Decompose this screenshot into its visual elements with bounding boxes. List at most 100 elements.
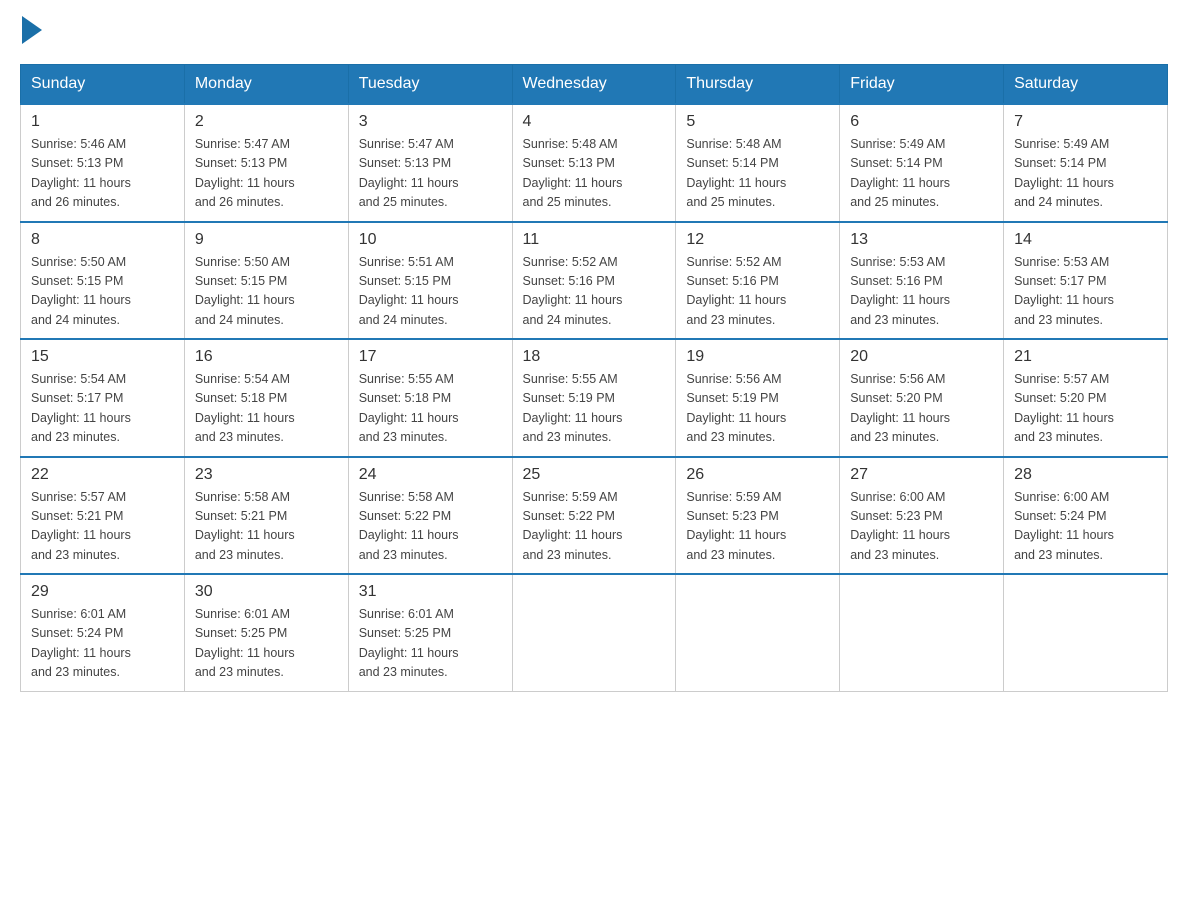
calendar-day-cell bbox=[512, 574, 676, 691]
calendar-day-cell: 31 Sunrise: 6:01 AMSunset: 5:25 PMDayligh… bbox=[348, 574, 512, 691]
calendar-day-cell: 30Sunrise: 6:01 AMSunset: 5:25 PMDayligh… bbox=[184, 574, 348, 691]
day-number: 11 bbox=[523, 231, 666, 249]
day-number: 13 bbox=[850, 231, 993, 249]
day-of-week-header: Friday bbox=[840, 65, 1004, 105]
calendar-day-cell: 5 Sunrise: 5:48 AMSunset: 5:14 PMDaylight… bbox=[676, 104, 840, 222]
day-info: Sunrise: 5:50 AMSunset: 5:15 PMDaylight:… bbox=[195, 253, 338, 331]
day-info: Sunrise: 5:48 AMSunset: 5:13 PMDaylight:… bbox=[523, 135, 666, 213]
calendar-week-row: 1 Sunrise: 5:46 AMSunset: 5:13 PMDaylight… bbox=[21, 104, 1168, 222]
day-of-week-header: Monday bbox=[184, 65, 348, 105]
day-number: 9 bbox=[195, 231, 338, 249]
day-number: 3 bbox=[359, 113, 502, 131]
calendar-day-cell: 26Sunrise: 5:59 AMSunset: 5:23 PMDayligh… bbox=[676, 457, 840, 575]
calendar-day-cell: 28 Sunrise: 6:00 AMSunset: 5:24 PMDayligh… bbox=[1004, 457, 1168, 575]
day-number: 7 bbox=[1014, 113, 1157, 131]
day-info: Sunrise: 5:57 AMSunset: 5:21 PMDaylight:… bbox=[31, 488, 174, 566]
day-info: Sunrise: 6:00 AMSunset: 5:24 PMDaylight:… bbox=[1014, 488, 1157, 566]
calendar-day-cell: 7 Sunrise: 5:49 AMSunset: 5:14 PMDaylight… bbox=[1004, 104, 1168, 222]
calendar-day-cell: 1 Sunrise: 5:46 AMSunset: 5:13 PMDaylight… bbox=[21, 104, 185, 222]
calendar-day-cell: 23Sunrise: 5:58 AMSunset: 5:21 PMDayligh… bbox=[184, 457, 348, 575]
day-info: Sunrise: 5:46 AMSunset: 5:13 PMDaylight:… bbox=[31, 135, 174, 213]
day-number: 22 bbox=[31, 466, 174, 484]
day-info: Sunrise: 5:47 AMSunset: 5:13 PMDaylight:… bbox=[359, 135, 502, 213]
calendar-day-cell: 6 Sunrise: 5:49 AMSunset: 5:14 PMDaylight… bbox=[840, 104, 1004, 222]
day-info: Sunrise: 5:56 AMSunset: 5:19 PMDaylight:… bbox=[686, 370, 829, 448]
day-info: Sunrise: 5:55 AMSunset: 5:18 PMDaylight:… bbox=[359, 370, 502, 448]
day-info: Sunrise: 5:53 AMSunset: 5:17 PMDaylight:… bbox=[1014, 253, 1157, 331]
day-info: Sunrise: 5:58 AMSunset: 5:22 PMDaylight:… bbox=[359, 488, 502, 566]
calendar-day-cell: 9 Sunrise: 5:50 AMSunset: 5:15 PMDaylight… bbox=[184, 222, 348, 340]
day-number: 18 bbox=[523, 348, 666, 366]
day-info: Sunrise: 5:51 AMSunset: 5:15 PMDaylight:… bbox=[359, 253, 502, 331]
calendar-day-cell: 16 Sunrise: 5:54 AMSunset: 5:18 PMDayligh… bbox=[184, 339, 348, 457]
day-info: Sunrise: 5:59 AMSunset: 5:22 PMDaylight:… bbox=[523, 488, 666, 566]
calendar-day-cell: 17 Sunrise: 5:55 AMSunset: 5:18 PMDayligh… bbox=[348, 339, 512, 457]
calendar-week-row: 22 Sunrise: 5:57 AMSunset: 5:21 PMDayligh… bbox=[21, 457, 1168, 575]
calendar-day-cell: 8 Sunrise: 5:50 AMSunset: 5:15 PMDaylight… bbox=[21, 222, 185, 340]
logo-blue-part bbox=[20, 20, 46, 44]
calendar-week-row: 29Sunrise: 6:01 AMSunset: 5:24 PMDayligh… bbox=[21, 574, 1168, 691]
logo bbox=[20, 20, 46, 44]
day-info: Sunrise: 5:55 AMSunset: 5:19 PMDaylight:… bbox=[523, 370, 666, 448]
day-number: 5 bbox=[686, 113, 829, 131]
day-number: 6 bbox=[850, 113, 993, 131]
day-info: Sunrise: 5:52 AMSunset: 5:16 PMDaylight:… bbox=[523, 253, 666, 331]
day-of-week-header: Saturday bbox=[1004, 65, 1168, 105]
day-info: Sunrise: 5:54 AMSunset: 5:18 PMDaylight:… bbox=[195, 370, 338, 448]
calendar-day-cell: 21Sunrise: 5:57 AMSunset: 5:20 PMDayligh… bbox=[1004, 339, 1168, 457]
calendar-day-cell: 27Sunrise: 6:00 AMSunset: 5:23 PMDayligh… bbox=[840, 457, 1004, 575]
calendar-day-cell: 13 Sunrise: 5:53 AMSunset: 5:16 PMDayligh… bbox=[840, 222, 1004, 340]
day-info: Sunrise: 6:01 AMSunset: 5:25 PMDaylight:… bbox=[359, 605, 502, 683]
day-number: 31 bbox=[359, 583, 502, 601]
day-number: 4 bbox=[523, 113, 666, 131]
calendar-day-cell: 22 Sunrise: 5:57 AMSunset: 5:21 PMDayligh… bbox=[21, 457, 185, 575]
calendar-day-cell: 15Sunrise: 5:54 AMSunset: 5:17 PMDayligh… bbox=[21, 339, 185, 457]
calendar-day-cell bbox=[676, 574, 840, 691]
day-number: 10 bbox=[359, 231, 502, 249]
day-number: 16 bbox=[195, 348, 338, 366]
day-number: 17 bbox=[359, 348, 502, 366]
day-number: 27 bbox=[850, 466, 993, 484]
calendar-day-cell: 25 Sunrise: 5:59 AMSunset: 5:22 PMDayligh… bbox=[512, 457, 676, 575]
day-number: 14 bbox=[1014, 231, 1157, 249]
day-number: 28 bbox=[1014, 466, 1157, 484]
day-of-week-header: Thursday bbox=[676, 65, 840, 105]
day-info: Sunrise: 5:49 AMSunset: 5:14 PMDaylight:… bbox=[1014, 135, 1157, 213]
day-of-week-header: Wednesday bbox=[512, 65, 676, 105]
day-number: 1 bbox=[31, 113, 174, 131]
day-info: Sunrise: 5:53 AMSunset: 5:16 PMDaylight:… bbox=[850, 253, 993, 331]
day-info: Sunrise: 5:47 AMSunset: 5:13 PMDaylight:… bbox=[195, 135, 338, 213]
day-of-week-header: Sunday bbox=[21, 65, 185, 105]
logo-arrow-icon bbox=[22, 16, 42, 44]
day-number: 19 bbox=[686, 348, 829, 366]
day-number: 12 bbox=[686, 231, 829, 249]
calendar-day-cell bbox=[1004, 574, 1168, 691]
calendar-day-cell: 24 Sunrise: 5:58 AMSunset: 5:22 PMDayligh… bbox=[348, 457, 512, 575]
calendar-day-cell: 2Sunrise: 5:47 AMSunset: 5:13 PMDaylight… bbox=[184, 104, 348, 222]
day-number: 15 bbox=[31, 348, 174, 366]
day-number: 23 bbox=[195, 466, 338, 484]
day-info: Sunrise: 6:01 AMSunset: 5:24 PMDaylight:… bbox=[31, 605, 174, 683]
day-info: Sunrise: 5:50 AMSunset: 5:15 PMDaylight:… bbox=[31, 253, 174, 331]
day-number: 25 bbox=[523, 466, 666, 484]
day-info: Sunrise: 5:49 AMSunset: 5:14 PMDaylight:… bbox=[850, 135, 993, 213]
calendar-week-row: 8 Sunrise: 5:50 AMSunset: 5:15 PMDaylight… bbox=[21, 222, 1168, 340]
day-info: Sunrise: 5:56 AMSunset: 5:20 PMDaylight:… bbox=[850, 370, 993, 448]
day-number: 24 bbox=[359, 466, 502, 484]
calendar-day-cell: 4 Sunrise: 5:48 AMSunset: 5:13 PMDaylight… bbox=[512, 104, 676, 222]
day-info: Sunrise: 5:59 AMSunset: 5:23 PMDaylight:… bbox=[686, 488, 829, 566]
day-number: 20 bbox=[850, 348, 993, 366]
page-header bbox=[20, 20, 1168, 44]
day-number: 21 bbox=[1014, 348, 1157, 366]
calendar-week-row: 15Sunrise: 5:54 AMSunset: 5:17 PMDayligh… bbox=[21, 339, 1168, 457]
calendar-day-cell bbox=[840, 574, 1004, 691]
calendar-day-cell: 3 Sunrise: 5:47 AMSunset: 5:13 PMDaylight… bbox=[348, 104, 512, 222]
calendar-day-cell: 18 Sunrise: 5:55 AMSunset: 5:19 PMDayligh… bbox=[512, 339, 676, 457]
calendar-day-cell: 19 Sunrise: 5:56 AMSunset: 5:19 PMDayligh… bbox=[676, 339, 840, 457]
day-number: 8 bbox=[31, 231, 174, 249]
day-of-week-header: Tuesday bbox=[348, 65, 512, 105]
day-info: Sunrise: 5:52 AMSunset: 5:16 PMDaylight:… bbox=[686, 253, 829, 331]
day-info: Sunrise: 5:48 AMSunset: 5:14 PMDaylight:… bbox=[686, 135, 829, 213]
calendar-header-row: SundayMondayTuesdayWednesdayThursdayFrid… bbox=[21, 65, 1168, 105]
day-number: 30 bbox=[195, 583, 338, 601]
